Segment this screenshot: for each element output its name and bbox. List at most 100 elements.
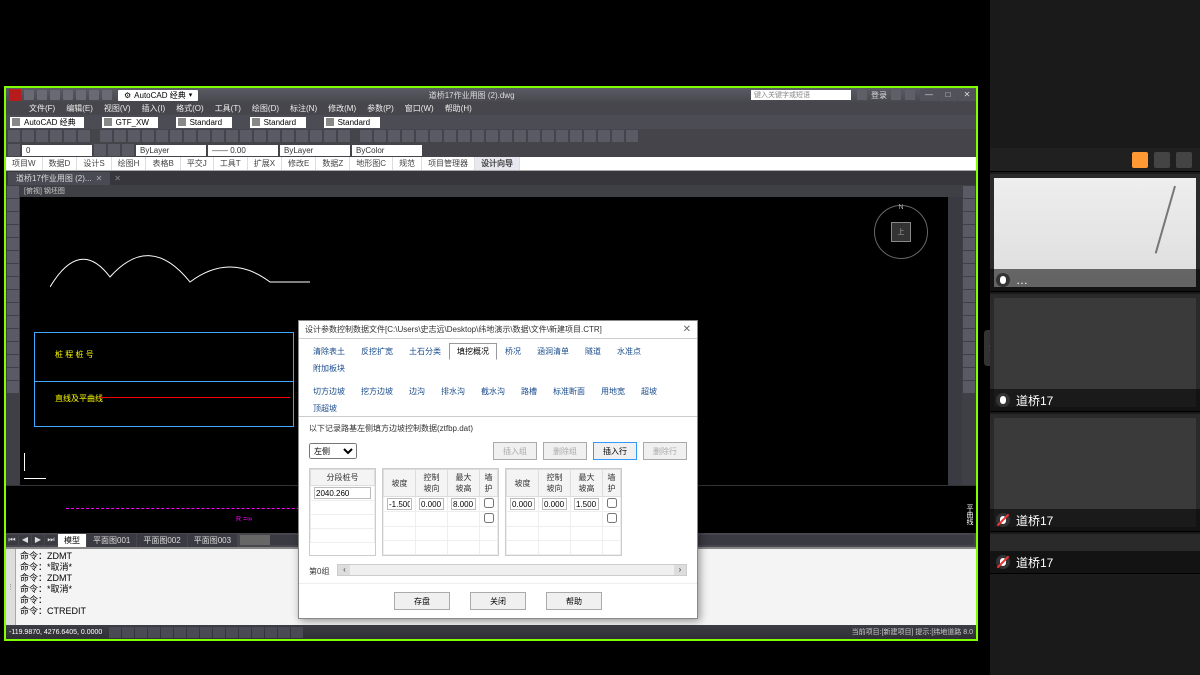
ptab[interactable]: 绘图H [112,157,147,170]
qat-new-icon[interactable] [24,90,34,100]
modify-tool-icon[interactable] [963,199,975,211]
participant-tile[interactable]: 道桥17 [990,294,1200,412]
tb-icon[interactable] [156,130,168,142]
viewcube-face[interactable]: 上 [891,222,911,242]
qat-saveas-icon[interactable] [63,90,73,100]
model-toggle-icon[interactable] [239,627,251,638]
tb-icon[interactable] [374,130,386,142]
dtab[interactable]: 切方边坡 [305,383,353,400]
cmd-handle-icon[interactable]: ⋮ [6,549,16,625]
tb-icon[interactable] [542,130,554,142]
dialog-titlebar[interactable]: 设计参数控制数据文件[C:\Users\史志远\Desktop\纬地演示\数据\… [299,321,697,339]
modify-tool-icon[interactable] [963,251,975,263]
qat-redo-icon[interactable] [102,90,112,100]
dyn-toggle-icon[interactable] [200,627,212,638]
slope-cell[interactable] [387,498,412,510]
layer-icon[interactable] [108,144,120,156]
modify-tool-icon[interactable] [963,329,975,341]
mic-muted-icon[interactable] [996,513,1010,527]
qat-open-icon[interactable] [37,90,47,100]
draw-tool-icon[interactable] [7,251,19,263]
menu-tools[interactable]: 工具(T) [210,102,246,115]
modify-tool-icon[interactable] [963,264,975,276]
draw-tool-icon[interactable] [7,277,19,289]
col-header[interactable]: 墙护 [603,470,621,497]
wall-checkbox[interactable] [484,513,494,523]
tb-icon[interactable] [198,130,210,142]
lineweight-combo[interactable]: ByLayer [280,145,350,156]
tb-icon[interactable] [612,130,624,142]
camera-icon[interactable] [1154,152,1170,168]
scroll-left-icon[interactable]: ‹ [338,565,350,575]
tb-icon[interactable] [128,130,140,142]
tb-icon[interactable] [458,130,470,142]
col-header[interactable]: 控制坡向 [416,470,448,497]
tb-icon[interactable] [36,130,48,142]
person-icon[interactable] [1132,152,1148,168]
draw-tool-icon[interactable] [7,225,19,237]
modify-tool-icon[interactable] [963,238,975,250]
linetype-combo[interactable]: —— 0.00 [208,145,278,156]
tb-icon[interactable] [514,130,526,142]
qat-save-icon[interactable] [50,90,60,100]
tb-icon[interactable] [310,130,322,142]
col-header[interactable]: 分段桩号 [311,470,375,486]
tb-icon[interactable] [8,130,20,142]
layer-icon[interactable] [122,144,134,156]
tb-icon[interactable] [268,130,280,142]
polar-toggle-icon[interactable] [148,627,160,638]
tb-icon[interactable] [360,130,372,142]
menu-view[interactable]: 视图(V) [99,102,136,115]
mic-muted-icon[interactable] [1176,152,1192,168]
col-header[interactable]: 最大坡高 [448,470,480,497]
draw-tool-icon[interactable] [7,199,19,211]
help-search-input[interactable]: 键入关键字或短语 [751,90,851,100]
modify-tool-icon[interactable] [963,316,975,328]
modify-tool-icon[interactable] [963,225,975,237]
tb-icon[interactable] [212,130,224,142]
anno-icon[interactable] [291,627,303,638]
ptab[interactable]: 扩展X [248,157,282,170]
qat-plot-icon[interactable] [76,90,86,100]
ptab-active[interactable]: 设计向导 [475,157,520,170]
side-select[interactable]: 左侧 [309,443,357,459]
draw-tool-icon[interactable] [7,186,19,198]
tb-icon[interactable] [430,130,442,142]
draw-tool-icon[interactable] [7,264,19,276]
tb-icon[interactable] [324,130,336,142]
ptab[interactable]: 数据Z [316,157,350,170]
tb-icon[interactable] [50,130,62,142]
nav-first-icon[interactable]: ⏮ [6,535,18,545]
layerprops-icon[interactable] [8,144,20,156]
ptab[interactable]: 工具T [214,157,248,170]
viewport-label[interactable]: [俯视] 钢坯图 [20,185,962,197]
nav-last-icon[interactable]: ⏭ [45,535,57,545]
dialog-close-icon[interactable]: ✕ [683,324,691,335]
close-button[interactable]: ✕ [958,89,976,101]
workspace-selector[interactable]: ⚙ AutoCAD 经典 ▾ [118,90,198,101]
ptab[interactable]: 表格B [146,157,180,170]
dtab[interactable]: 桥况 [497,343,529,360]
modify-tool-icon[interactable] [963,355,975,367]
anno-icon[interactable] [265,627,277,638]
tb-icon[interactable] [402,130,414,142]
modify-tool-icon[interactable] [963,290,975,302]
tb-icon[interactable] [282,130,294,142]
wall-checkbox[interactable] [484,498,494,508]
wall-checkbox[interactable] [607,498,617,508]
login-label[interactable]: 登录 [871,90,887,100]
draw-tool-icon[interactable] [7,238,19,250]
tb-icon[interactable] [78,130,90,142]
layerstate-icon[interactable] [94,144,106,156]
modify-tool-icon[interactable] [963,277,975,289]
doc-tab[interactable]: 道桥17作业用图 (2)... ✕ [8,172,110,185]
qprop-toggle-icon[interactable] [226,627,238,638]
nav-prev-icon[interactable]: ◀ [19,535,31,545]
menu-insert[interactable]: 插入(I) [137,102,171,115]
ptab[interactable]: 平交J [181,157,214,170]
maxh-cell[interactable] [451,498,476,510]
tb-icon[interactable] [338,130,350,142]
modify-tool-icon[interactable] [963,342,975,354]
col-header[interactable]: 坡度 [384,470,416,497]
minimize-button[interactable]: — [920,89,938,101]
